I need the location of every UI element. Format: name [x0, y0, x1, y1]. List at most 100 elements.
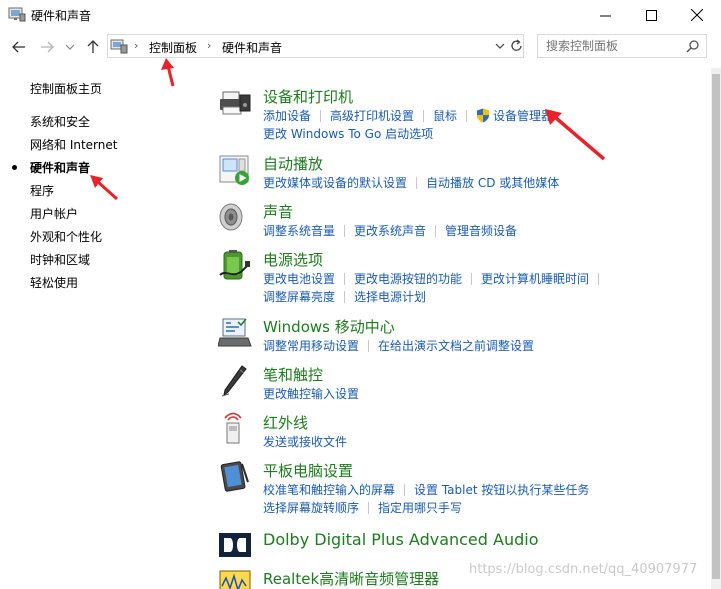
sidebar-item-ease-of-access[interactable]: 轻松使用 — [30, 274, 78, 291]
arrow-to-device-manager — [554, 116, 606, 161]
category-title[interactable]: 红外线 — [263, 412, 308, 433]
up-button[interactable] — [82, 36, 104, 58]
arrow-to-sidebar-item — [96, 180, 119, 201]
link-calibrate-screen[interactable]: 校准笔和触控输入的屏幕 — [263, 483, 395, 497]
recent-locations-button[interactable] — [59, 36, 81, 58]
category-links: 校准笔和触控输入的屏幕 设置 Tablet 按钮以执行某些任务 — [263, 481, 589, 498]
link-adjust-mobility-settings[interactable]: 调整常用移动设置 — [263, 339, 359, 353]
link-change-media-defaults[interactable]: 更改媒体或设备的默认设置 — [263, 176, 407, 190]
breadcrumb-control-panel[interactable]: 控制面板 — [149, 39, 197, 56]
divider — [320, 110, 322, 122]
minimize-button[interactable] — [582, 0, 628, 30]
printer-icon — [220, 91, 251, 115]
breadcrumb-separator: › — [134, 39, 139, 52]
arrow-up-icon — [87, 40, 99, 53]
speaker-icon — [219, 203, 243, 231]
category-title[interactable]: 设备和打印机 — [263, 86, 353, 107]
close-icon — [691, 9, 703, 21]
category-links: 更改 Windows To Go 启动选项 — [263, 125, 433, 142]
link-power-button-function[interactable]: 更改电源按钮的功能 — [354, 272, 462, 286]
divider — [471, 273, 473, 285]
link-send-receive-files[interactable]: 发送或接收文件 — [263, 435, 347, 449]
link-tablet-buttons[interactable]: 设置 Tablet 按钮以执行某些任务 — [414, 483, 589, 497]
search-icon[interactable] — [686, 39, 700, 53]
divider — [423, 110, 425, 122]
back-button[interactable] — [8, 36, 30, 58]
link-adjust-volume[interactable]: 调整系统音量 — [263, 224, 335, 238]
divider — [466, 110, 468, 122]
link-handedness[interactable]: 指定用哪只手写 — [378, 501, 462, 515]
divider — [598, 273, 600, 285]
chevron-down-icon — [66, 44, 74, 50]
uac-shield-icon — [477, 108, 490, 123]
divider — [416, 177, 418, 189]
minimize-icon — [599, 15, 611, 16]
link-choose-power-plan[interactable]: 选择电源计划 — [354, 290, 426, 304]
chevron-down-icon[interactable] — [493, 39, 507, 53]
link-change-system-sounds[interactable]: 更改系统声音 — [354, 224, 426, 238]
link-windows-to-go[interactable]: 更改 Windows To Go 启动选项 — [263, 127, 433, 141]
category-links: 调整系统音量 更改系统声音 管理音频设备 — [263, 222, 517, 239]
address-bar[interactable]: › 控制面板 › 硬件和声音 — [107, 34, 524, 58]
category-links: 调整屏幕亮度 选择电源计划 — [263, 288, 426, 305]
category-title[interactable]: 平板电脑设置 — [263, 460, 353, 481]
link-device-manager[interactable]: 设备管理器 — [493, 109, 553, 123]
forward-button[interactable] — [36, 36, 58, 58]
category-title[interactable]: Realtek高清晰音频管理器 — [263, 568, 439, 589]
link-screen-rotation[interactable]: 选择屏幕旋转顺序 — [263, 501, 359, 515]
link-manage-audio-devices[interactable]: 管理音频设备 — [445, 224, 517, 238]
category-title[interactable]: 笔和触控 — [263, 364, 323, 385]
window-title: 硬件和声音 — [31, 9, 92, 23]
link-change-sleep-time[interactable]: 更改计算机睡眠时间 — [481, 272, 589, 286]
divider — [344, 225, 346, 237]
category-title[interactable]: Windows 移动中心 — [263, 316, 395, 337]
sidebar-item-clock-region[interactable]: 时钟和区域 — [30, 251, 90, 268]
category-title[interactable]: 声音 — [263, 201, 293, 222]
control-panel-icon — [8, 7, 26, 22]
pen-icon — [221, 365, 247, 397]
divider — [368, 340, 370, 352]
breadcrumb-hardware-sound[interactable]: 硬件和声音 — [222, 39, 282, 56]
divider — [368, 502, 370, 514]
refresh-icon[interactable] — [510, 38, 524, 54]
category-links: 更改电池设置 更改电源按钮的功能 更改计算机睡眠时间 — [263, 270, 608, 287]
arrow-right-icon — [41, 41, 54, 53]
link-presentation-settings[interactable]: 在给出演示文档之前调整设置 — [378, 339, 534, 353]
dolby-icon — [219, 533, 251, 557]
arrow-left-icon — [12, 41, 25, 53]
link-autoplay-cd[interactable]: 自动播放 CD 或其他媒体 — [426, 176, 559, 190]
category-links: 更改媒体或设备的默认设置 自动播放 CD 或其他媒体 — [263, 174, 559, 191]
category-links: 发送或接收文件 — [263, 433, 347, 450]
category-title[interactable]: 自动播放 — [263, 153, 323, 174]
autoplay-icon — [219, 155, 249, 185]
sidebar-item-hardware-sound[interactable]: 硬件和声音 — [30, 159, 90, 176]
sidebar-item-appearance[interactable]: 外观和个性化 — [30, 228, 102, 245]
title-bar: 硬件和声音 — [0, 0, 721, 30]
close-button[interactable] — [674, 0, 720, 30]
sidebar-item-network[interactable]: 网络和 Internet — [30, 136, 117, 153]
maximize-button[interactable] — [628, 0, 674, 30]
link-mouse[interactable]: 鼠标 — [433, 109, 457, 123]
breadcrumb-separator[interactable]: › — [207, 39, 211, 52]
sidebar-item-home[interactable]: 控制面板主页 — [30, 80, 102, 97]
link-change-battery-settings[interactable]: 更改电池设置 — [263, 272, 335, 286]
divider — [435, 225, 437, 237]
category-title[interactable]: Dolby Digital Plus Advanced Audio — [263, 530, 539, 549]
scrollbar-thumb[interactable] — [712, 74, 720, 579]
category-title[interactable]: 电源选项 — [263, 249, 323, 270]
tablet-icon — [220, 461, 249, 492]
sidebar-item-programs[interactable]: 程序 — [30, 182, 54, 199]
link-change-touch-input[interactable]: 更改触控输入设置 — [263, 387, 359, 401]
battery-icon — [219, 250, 250, 280]
category-links: 更改触控输入设置 — [263, 385, 359, 402]
sidebar-item-system-security[interactable]: 系统和安全 — [30, 113, 90, 130]
sidebar-item-user-accounts[interactable]: 用户帐户 — [30, 205, 78, 222]
link-adjust-brightness[interactable]: 调整屏幕亮度 — [263, 290, 335, 304]
link-advanced-printer-setup[interactable]: 高级打印机设置 — [330, 109, 414, 123]
search-input[interactable] — [546, 38, 681, 54]
search-box[interactable] — [537, 34, 707, 58]
category-links: 添加设备 高级打印机设置 鼠标 设备管理器 — [263, 107, 553, 124]
watermark: https://blog.csdn.net/qq_40907977 — [469, 562, 698, 577]
divider — [344, 291, 346, 303]
link-add-device[interactable]: 添加设备 — [263, 109, 311, 123]
